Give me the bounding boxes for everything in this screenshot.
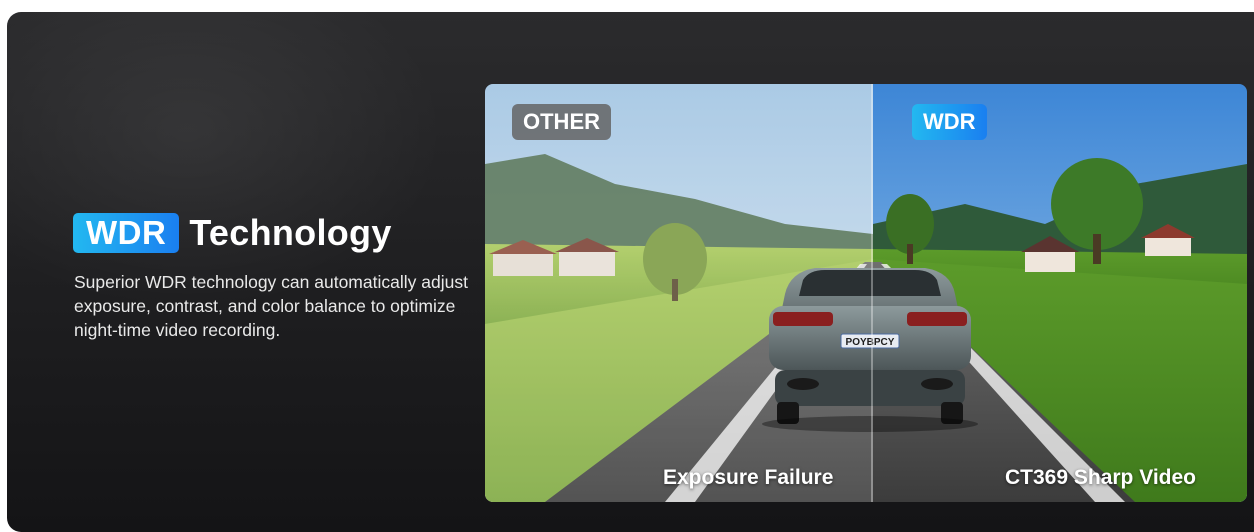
- heading-title: Technology: [189, 212, 392, 253]
- section-heading: WDR Technology: [73, 212, 392, 254]
- sharp-video-caption: CT369 Sharp Video: [1005, 466, 1197, 489]
- other-tag: OTHER: [512, 104, 611, 140]
- exposure-failure-caption: Exposure Failure: [663, 466, 834, 489]
- feature-description: Superior WDR technology can automaticall…: [74, 272, 468, 340]
- comparison-image: POYBPCY: [485, 84, 1247, 502]
- wdr-tag: WDR: [912, 104, 987, 140]
- license-plate: POYBPCY: [846, 337, 895, 348]
- road-scene-illustration: POYBPCY: [485, 84, 1247, 502]
- wdr-badge: WDR: [73, 213, 180, 253]
